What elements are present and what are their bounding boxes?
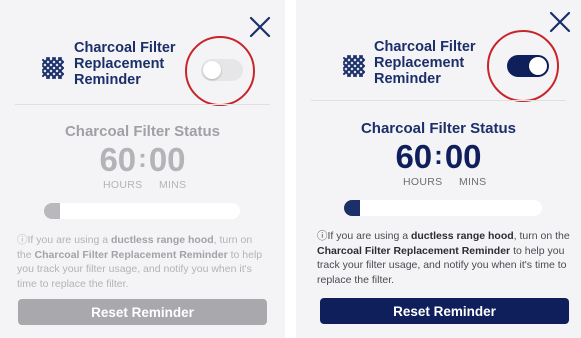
info-bold-reminder: Charcoal Filter Replacement Reminder: [34, 248, 228, 261]
info-icon: ⓘ: [317, 230, 328, 242]
info-text: ⓘIf you are using a ductless range hood,…: [317, 229, 573, 287]
filter-progress-fill: [344, 200, 360, 216]
timer-colon: :: [138, 143, 147, 173]
info-text-part: If you are using a: [327, 230, 411, 242]
timer-hours: 60: [99, 141, 137, 178]
reminder-panel-off: Charcoal Filter Replacement Reminder Cha…: [0, 0, 285, 338]
info-text-part: If you are using a: [27, 234, 111, 246]
charcoal-filter-icon: [343, 55, 365, 77]
reminder-title: Charcoal Filter Replacement Reminder: [374, 39, 476, 87]
timer-hours: 60: [395, 138, 433, 175]
divider: [15, 104, 270, 105]
info-bold-reminder: Charcoal Filter Replacement Reminder: [317, 244, 511, 257]
highlight-circle: [185, 36, 255, 106]
filter-progress-bar: [344, 200, 542, 216]
mins-label: MINS: [459, 176, 487, 188]
close-icon[interactable]: [548, 10, 572, 34]
timer-mins: 00: [444, 138, 482, 175]
info-text-part: , turn on the: [513, 230, 570, 242]
info-bold-ductless: ductless range hood: [410, 230, 514, 242]
timer-mins: 00: [148, 141, 186, 178]
filter-progress-bar: [44, 203, 240, 219]
timer-display: 60:00: [296, 140, 581, 176]
divider: [311, 100, 566, 101]
info-text: ⓘIf you are using a ductless range hood,…: [17, 233, 269, 291]
reminder-panel-on: Charcoal Filter Replacement Reminder Cha…: [296, 0, 581, 338]
reminder-title: Charcoal Filter Replacement Reminder: [74, 40, 176, 88]
hours-label: HOURS: [403, 176, 443, 188]
info-bold-ductless: ductless range hood: [110, 234, 214, 246]
close-icon[interactable]: [248, 15, 272, 39]
hours-label: HOURS: [103, 179, 143, 191]
info-icon: ⓘ: [17, 234, 28, 246]
charcoal-filter-icon: [42, 57, 64, 79]
status-title: Charcoal Filter Status: [360, 120, 517, 137]
timer-colon: :: [434, 140, 443, 170]
timer-display: 60:00: [0, 143, 285, 179]
highlight-circle: [487, 30, 559, 102]
filter-progress-fill: [44, 203, 60, 219]
reset-reminder-button[interactable]: Reset Reminder: [320, 298, 569, 324]
status-title: Charcoal Filter Status: [64, 123, 221, 140]
reset-reminder-button[interactable]: Reset Reminder: [18, 299, 267, 325]
mins-label: MINS: [159, 179, 187, 191]
